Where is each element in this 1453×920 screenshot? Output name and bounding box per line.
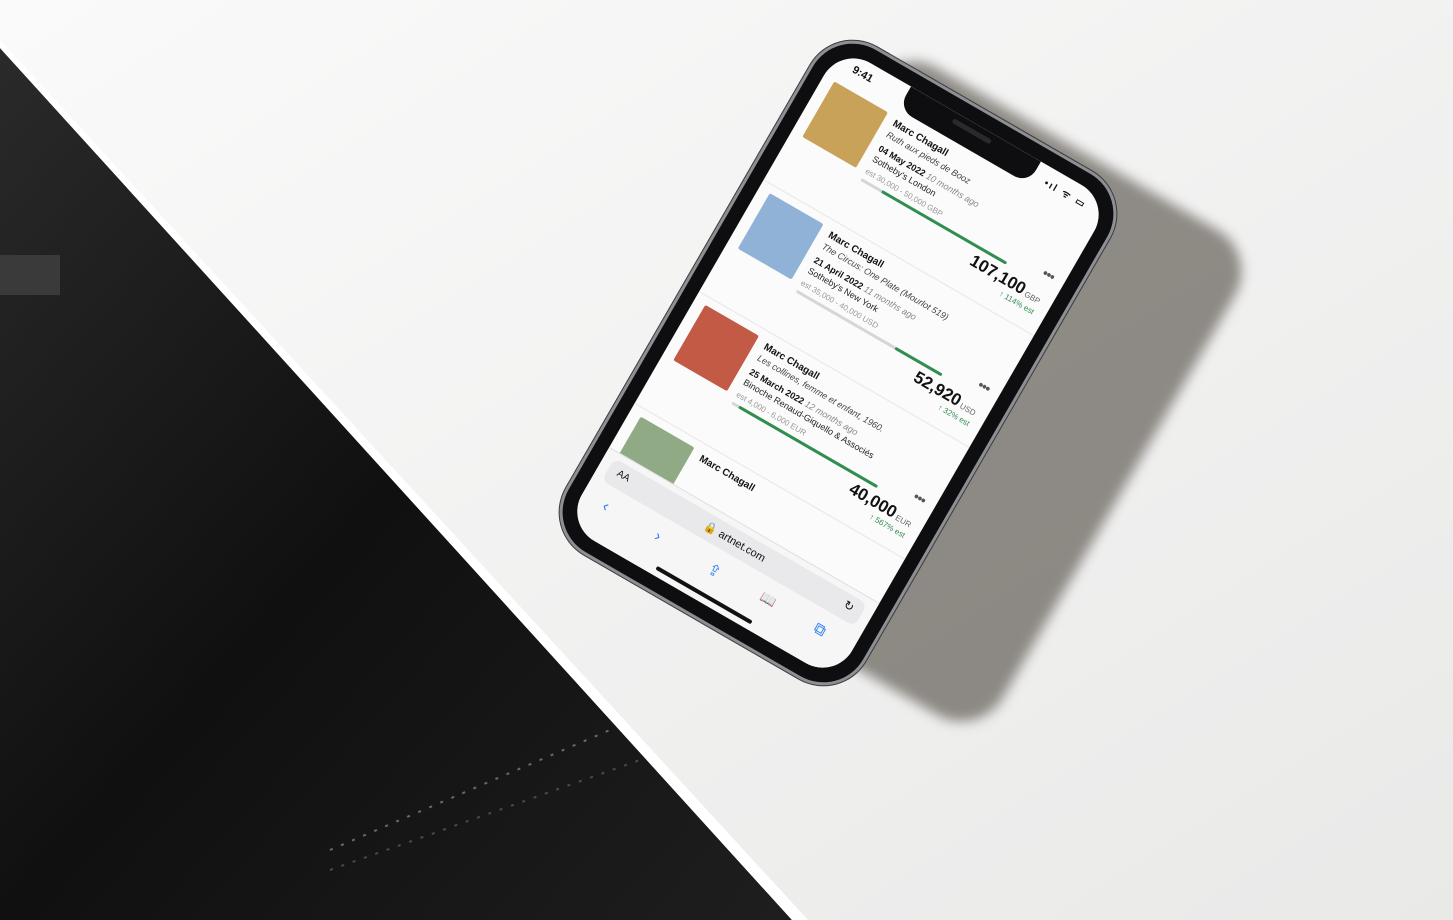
bookmarks-icon[interactable]: 📖 (757, 589, 780, 611)
share-icon[interactable]: ⇪ (703, 559, 725, 583)
back-icon[interactable]: ‹ (599, 498, 612, 516)
status-time: 9:41 (849, 63, 876, 86)
tabs-icon[interactable]: ⧉ (810, 620, 828, 641)
chair-highlight (0, 255, 60, 295)
forward-icon[interactable]: › (651, 528, 664, 546)
speaker (951, 118, 993, 145)
